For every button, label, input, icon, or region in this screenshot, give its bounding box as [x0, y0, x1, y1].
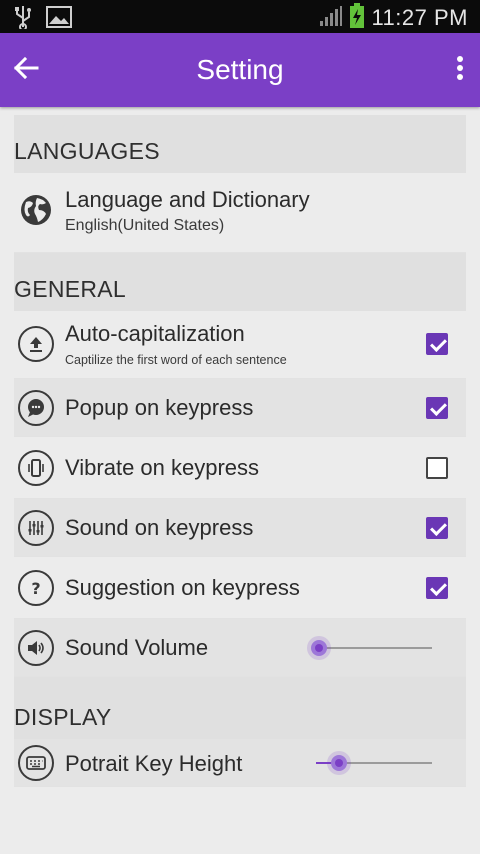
slider-thumb[interactable] — [311, 640, 328, 656]
slider-thumb[interactable] — [331, 755, 348, 771]
auto-cap-checkbox[interactable] — [426, 333, 448, 355]
svg-text:?: ? — [31, 579, 40, 598]
back-button[interactable] — [6, 50, 46, 90]
vibrate-title: Vibrate on keypress — [65, 455, 260, 480]
signal-icon — [319, 5, 343, 31]
overflow-menu-button[interactable] — [444, 50, 476, 90]
language-title: Language and Dictionary — [65, 187, 310, 212]
more-vertical-icon — [456, 56, 464, 84]
setting-auto-capitalization[interactable]: Auto-capitalization Captilize the first … — [14, 311, 466, 379]
setting-vibrate-keypress[interactable]: Vibrate on keypress — [14, 437, 466, 499]
speaker-icon — [18, 630, 54, 666]
setting-portrait-key-height[interactable]: Potrait Key Height — [14, 739, 466, 787]
sound-checkbox[interactable] — [426, 517, 448, 539]
suggestion-checkbox[interactable] — [426, 577, 448, 599]
slider-track — [316, 647, 432, 649]
keyboard-icon — [18, 745, 54, 781]
chat-bubble-icon — [18, 390, 54, 426]
page-title: Setting — [196, 54, 284, 85]
sound-volume-slider[interactable] — [311, 638, 432, 658]
status-bar: 11:27 PM — [0, 0, 480, 33]
section-header-languages: LANGUAGES — [14, 115, 466, 173]
popup-title: Popup on keypress — [65, 395, 254, 420]
key-height-slider[interactable] — [316, 753, 432, 773]
language-summary: English(United States) — [65, 217, 225, 234]
image-icon — [46, 6, 72, 32]
equalizer-icon — [18, 510, 54, 546]
setting-sound-keypress[interactable]: Sound on keypress — [14, 499, 466, 557]
setting-sound-volume[interactable]: Sound Volume — [14, 619, 466, 677]
section-header-display: DISPLAY — [14, 677, 466, 739]
globe-icon — [18, 192, 54, 228]
suggestion-title: Suggestion on keypress — [65, 575, 300, 600]
vibrate-checkbox[interactable] — [426, 457, 448, 479]
question-icon: ? — [18, 570, 54, 606]
app-bar: Setting — [0, 33, 480, 107]
popup-checkbox[interactable] — [426, 397, 448, 419]
settings-list: LANGUAGES Language and Dictionary Englis… — [14, 115, 466, 787]
phone-vibrate-icon — [18, 450, 54, 486]
battery-charging-icon — [349, 3, 365, 33]
arrow-left-icon — [13, 55, 39, 85]
auto-cap-summary: Captilize the first word of each sentenc… — [65, 353, 287, 367]
setting-language-dictionary[interactable]: Language and Dictionary English(United S… — [14, 173, 466, 253]
setting-popup-keypress[interactable]: Popup on keypress — [14, 379, 466, 437]
usb-icon — [14, 5, 32, 33]
clock-time: 11:27 PM — [371, 5, 468, 30]
sound-title: Sound on keypress — [65, 515, 254, 540]
section-header-general: GENERAL — [14, 253, 466, 311]
setting-suggestion-keypress[interactable]: ? Suggestion on keypress — [14, 557, 466, 619]
auto-cap-title: Auto-capitalization — [65, 321, 245, 346]
upload-icon — [18, 326, 54, 362]
